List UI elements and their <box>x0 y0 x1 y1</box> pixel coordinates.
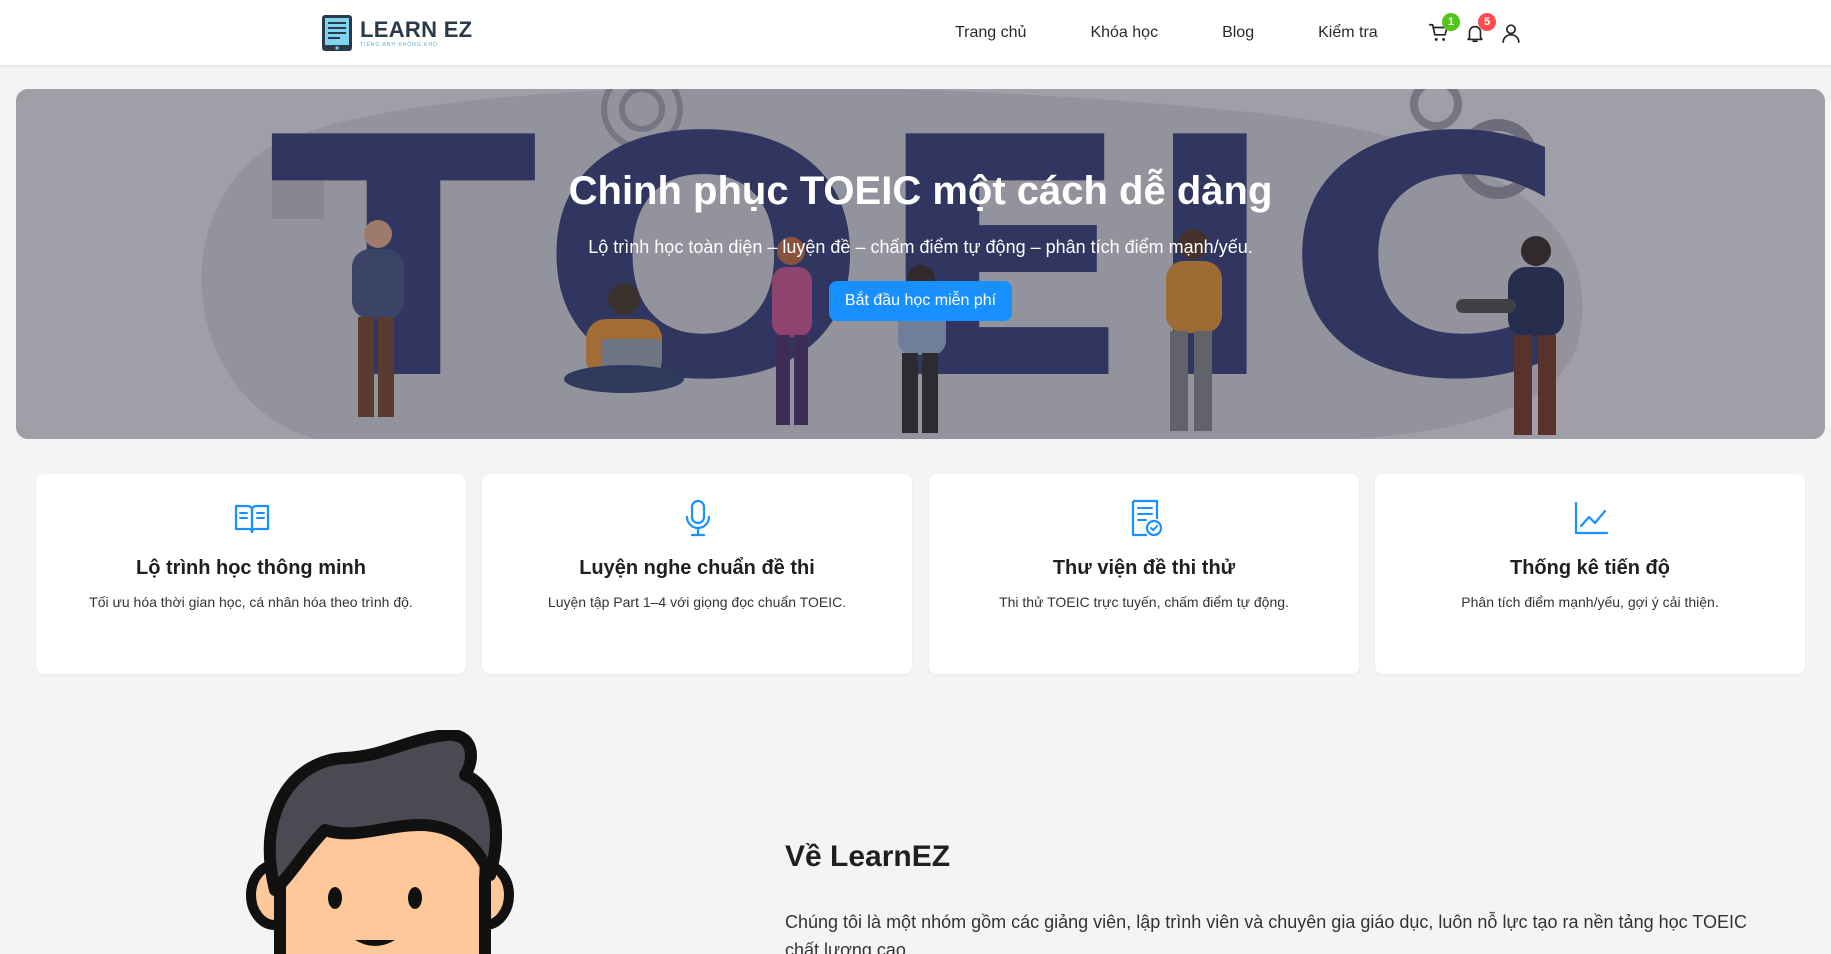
feature-card[interactable]: Luyện nghe chuẩn đề thi Luyện tập Part 1… <box>482 474 912 674</box>
feature-title: Lộ trình học thông minh <box>136 557 366 579</box>
feature-title: Thống kê tiến độ <box>1510 557 1670 579</box>
microphone-icon <box>685 499 711 537</box>
feature-description: Luyện tập Part 1–4 với giọng đọc chuẩn T… <box>547 594 847 610</box>
feature-card[interactable]: Thống kê tiến độ Phân tích điểm mạnh/yếu… <box>1375 474 1805 674</box>
mascot-illustration <box>246 730 514 954</box>
hero-banner: TOEIC Chinh phục TOEIC một cách dễ dàng … <box>16 89 1825 439</box>
user-icon <box>1502 24 1520 43</box>
cart-count-badge: 1 <box>1442 13 1460 31</box>
top-header: LEARN EZ TIẾNG ANH KHÔNG KHÓ Trang chủ K… <box>0 0 1831 65</box>
about-text: Chúng tôi là một nhóm gồm các giảng viên… <box>785 912 1747 954</box>
feature-description: Phân tích điểm mạnh/yếu, gợi ý cải thiện… <box>1461 594 1719 610</box>
feature-card[interactable]: Lộ trình học thông minh Tối ưu hóa thời … <box>36 474 466 674</box>
hero-overlay <box>16 89 1825 439</box>
nav-blog[interactable]: Blog <box>1222 24 1254 42</box>
book-open-icon <box>234 504 270 534</box>
line-chart-icon <box>1574 501 1609 535</box>
logo-tablet-icon <box>320 14 356 52</box>
start-free-button[interactable]: Bắt đầu học miễn phí <box>829 281 1012 321</box>
notification-count-badge: 5 <box>1478 13 1496 31</box>
nav-test[interactable]: Kiểm tra <box>1318 24 1378 42</box>
feature-title: Luyện nghe chuẩn đề thi <box>579 557 815 579</box>
hero-subtitle: Lộ trình học toàn diện – luyện đề – chấm… <box>588 237 1253 257</box>
feature-title: Thư viện đề thi thử <box>1052 557 1236 579</box>
feature-description: Tối ưu hóa thời gian học, cá nhân hóa th… <box>89 594 413 610</box>
logo[interactable]: LEARN EZ TIẾNG ANH KHÔNG KHÓ <box>320 13 472 53</box>
feature-description: Thi thử TOEIC trực tuyến, chấm điểm tự đ… <box>999 594 1289 610</box>
notification-button[interactable]: 5 <box>1464 13 1496 44</box>
cart-button[interactable]: 1 <box>1428 13 1460 44</box>
feature-card[interactable]: Thư viện đề thi thử Thi thử TOEIC trực t… <box>929 474 1359 674</box>
document-check-icon <box>1131 499 1163 537</box>
main-nav: Trang chủ Khóa học Blog Kiểm tra <box>955 0 1378 65</box>
nav-home[interactable]: Trang chủ <box>955 24 1026 42</box>
account-button[interactable] <box>1500 22 1522 44</box>
nav-courses[interactable]: Khóa học <box>1090 24 1158 42</box>
logo-tagline: TIẾNG ANH KHÔNG KHÓ <box>360 41 438 48</box>
hero-title: Chinh phục TOEIC một cách dễ dàng <box>568 169 1273 213</box>
about-title: Về LearnEZ <box>785 840 951 873</box>
logo-text: LEARN EZ <box>360 16 473 42</box>
